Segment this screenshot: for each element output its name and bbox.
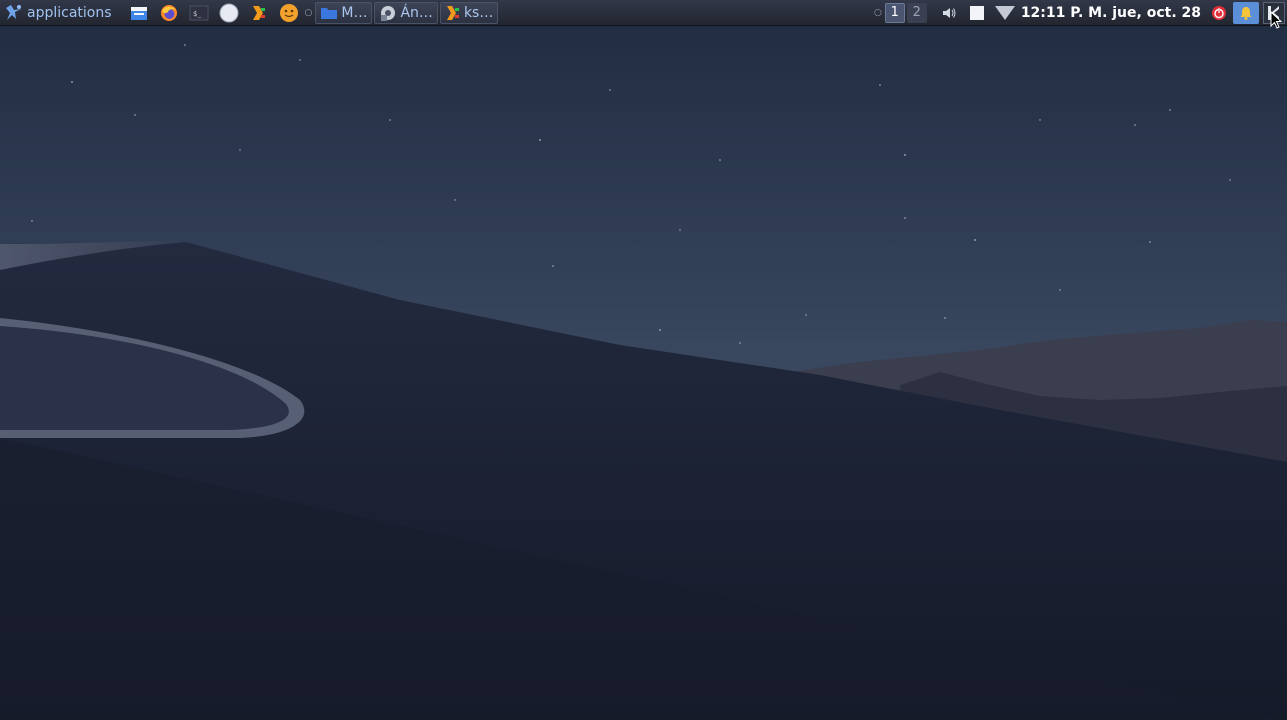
- terminal-launcher[interactable]: $_: [186, 2, 212, 24]
- workspace-2[interactable]: 2: [906, 2, 927, 23]
- notifications-button[interactable]: [1233, 1, 1259, 24]
- taskbar: applications $_ ○ M… Án… ks… ○ 1 2 12:11…: [0, 0, 1287, 26]
- firefox-icon: [160, 4, 177, 21]
- task-label: M…: [341, 4, 368, 21]
- taskbar-left: applications $_ ○ M… Án… ks…: [0, 0, 499, 25]
- xfce-mouse-logo-icon: [6, 4, 21, 20]
- taskbar-right: ○ 1 2 12:11 P. M. jue, oct. 28: [871, 0, 1287, 25]
- network-button[interactable]: [993, 2, 1017, 24]
- face-app-icon: [279, 3, 298, 22]
- task-label: ks…: [463, 4, 494, 21]
- bell-icon: [1240, 6, 1252, 20]
- clipboard-button[interactable]: [965, 2, 989, 24]
- volume-icon: [942, 7, 956, 18]
- terminal-icon: $_: [189, 5, 209, 20]
- app-launcher-icon: [252, 5, 265, 20]
- face-app-launcher[interactable]: [276, 2, 302, 24]
- task-label: Án…: [400, 4, 433, 21]
- volume-button[interactable]: [937, 2, 961, 24]
- svg-text:$_: $_: [193, 10, 202, 18]
- workspace-indicator-icon: ○: [873, 7, 882, 18]
- applications-menu-button[interactable]: applications: [0, 0, 116, 25]
- desktop-wallpaper: [0, 0, 1287, 720]
- task-separator-icon: ○: [304, 7, 313, 18]
- folder-icon: [320, 6, 338, 20]
- power-icon: [1212, 5, 1226, 20]
- app-launcher[interactable]: [246, 2, 272, 24]
- wifi-signal-icon: [994, 5, 1015, 20]
- circle-app-icon: [219, 3, 239, 22]
- task-button-terminal[interactable]: ks…: [439, 1, 499, 24]
- white-square-icon: [969, 5, 984, 20]
- terminal-task-icon: [445, 4, 461, 22]
- workspace-1[interactable]: 1: [884, 2, 905, 23]
- file-manager-launcher[interactable]: [126, 2, 152, 24]
- task-button-app[interactable]: Án…: [374, 1, 438, 24]
- app-gear-icon: [379, 4, 397, 22]
- power-button[interactable]: [1207, 2, 1231, 24]
- applications-menu-label: applications: [27, 4, 112, 21]
- task-button-folder[interactable]: M…: [315, 1, 373, 24]
- file-manager-icon: [130, 6, 147, 20]
- mouse-cursor-icon: [1270, 11, 1282, 29]
- circle-app-launcher[interactable]: [216, 2, 242, 24]
- firefox-launcher[interactable]: [156, 2, 182, 24]
- clock[interactable]: 12:11 P. M. jue, oct. 28: [1021, 5, 1201, 21]
